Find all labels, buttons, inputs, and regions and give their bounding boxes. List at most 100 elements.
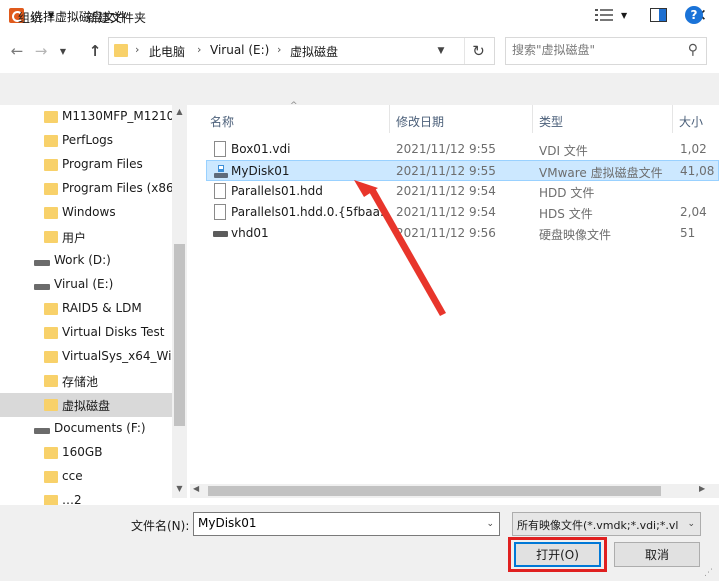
folder-icon (44, 303, 58, 315)
file-row[interactable]: vhd01 2021/11/12 9:56 硬盘映像文件 51 (206, 223, 719, 244)
caret-down-icon[interactable]: ▼ (621, 11, 627, 20)
drive-icon (34, 284, 50, 290)
sidebar-item-label: M1130MFP_M1210 (62, 109, 175, 123)
caret-down-icon[interactable]: ▼ (48, 11, 54, 20)
folder-icon (114, 44, 128, 57)
sidebar-item[interactable]: Windows (0, 201, 172, 225)
sidebar-item[interactable]: Work (D:) (0, 249, 172, 273)
chevron-right-icon[interactable]: › (197, 43, 201, 56)
folder-icon (44, 399, 58, 411)
sidebar-item[interactable]: VirtualSys_x64_Win (0, 345, 179, 369)
file-size: 1,02 (680, 142, 707, 156)
sidebar-item-label: Virtual Disks Test (62, 325, 165, 339)
document-icon (214, 204, 226, 220)
scroll-left-icon[interactable]: ◀ (193, 484, 199, 493)
sidebar-item[interactable]: 用户 (0, 225, 172, 249)
document-icon (214, 141, 226, 157)
sidebar-item[interactable]: Documents (F:) (0, 417, 172, 441)
chevron-right-icon[interactable]: › (277, 43, 281, 56)
filetype-select[interactable]: 所有映像文件(*.vmdk;*.vdi;*.vl ⌄ (512, 512, 701, 536)
sidebar-item[interactable]: Virual (E:) (0, 273, 172, 297)
file-type: HDS 文件 (539, 207, 593, 221)
organize-button[interactable]: 组织 (18, 9, 42, 26)
breadcrumb-folder[interactable]: 虚拟磁盘 (290, 43, 338, 60)
resize-grip-icon[interactable]: ⋰ (704, 568, 713, 578)
sidebar-item-label: RAID5 & LDM (62, 301, 142, 315)
folder-icon (44, 231, 58, 243)
file-row[interactable]: Box01.vdi 2021/11/12 9:55 VDI 文件 1,02 (206, 139, 719, 160)
sidebar-item-label: Program Files (62, 157, 143, 171)
chevron-down-icon[interactable]: ▼ (431, 38, 451, 64)
horizontal-scroll-thumb[interactable] (208, 486, 661, 496)
sidebar-item[interactable]: 160GB (0, 441, 172, 465)
filename-label: 文件名(N): (131, 519, 190, 533)
sidebar-item-label: Program Files (x86) (62, 181, 179, 195)
sidebar-item-label: cce (62, 469, 83, 483)
chevron-down-icon[interactable]: ⌄ (687, 519, 695, 529)
chevron-right-icon[interactable]: › (135, 43, 139, 56)
sidebar-item-label: 160GB (62, 445, 103, 459)
sidebar-item[interactable]: RAID5 & LDM (0, 297, 172, 321)
chevron-down-icon[interactable]: ⌄ (486, 519, 494, 529)
column-size[interactable]: 大小 (679, 113, 703, 130)
sidebar-item-label: 用户 (62, 231, 87, 245)
file-row[interactable]: Parallels01.hdd 2021/11/12 9:54 HDD 文件 (206, 181, 719, 202)
file-name: vhd01 (231, 226, 269, 240)
back-arrow-icon[interactable]: ← (6, 40, 28, 62)
help-icon[interactable]: ? (685, 6, 703, 24)
file-type: VMware 虚拟磁盘文件 (539, 166, 663, 180)
breadcrumb-this-pc[interactable]: 此电脑 (149, 43, 185, 60)
sidebar-item-label: 虚拟磁盘 (62, 399, 111, 413)
file-name: MyDisk01 (231, 164, 290, 178)
file-row-selected[interactable]: MyDisk01 2021/11/12 9:55 VMware 虚拟磁盘文件 4… (206, 160, 719, 181)
up-arrow-icon[interactable]: ↑ (84, 40, 106, 62)
chevron-down-icon[interactable]: ▼ (56, 40, 70, 62)
new-folder-button[interactable]: 新建文件夹 (86, 9, 146, 26)
open-button[interactable]: 打开(O) (514, 542, 601, 567)
scroll-up-icon[interactable]: ▲ (172, 107, 187, 121)
address-bar[interactable]: › 此电脑 › Virual (E:) › 虚拟磁盘 ▼ ↻ (108, 37, 495, 65)
filename-combobox[interactable]: ⌄ (193, 512, 500, 536)
search-icon[interactable]: ⚲ (688, 42, 698, 58)
folder-icon (44, 327, 58, 339)
scroll-down-icon[interactable]: ▼ (172, 484, 187, 498)
cancel-button[interactable]: 取消 (614, 542, 700, 567)
nav-scroll-thumb[interactable] (174, 244, 185, 426)
column-name[interactable]: 名称 (210, 113, 234, 130)
file-size: 51 (680, 226, 696, 240)
sidebar-item[interactable]: M1130MFP_M1210 (0, 105, 175, 129)
search-box[interactable]: ⚲ (505, 37, 707, 65)
refresh-icon[interactable]: ↻ (464, 38, 492, 64)
sidebar-item[interactable]: Program Files (x86) (0, 177, 178, 201)
file-date: 2021/11/12 9:55 (396, 164, 496, 178)
sidebar-item[interactable]: cce (0, 465, 172, 489)
column-divider[interactable] (672, 105, 673, 133)
search-input[interactable] (512, 43, 677, 57)
virtual-disk-icon (214, 165, 228, 178)
sidebar-item[interactable]: PerfLogs (0, 129, 172, 153)
file-row[interactable]: Parallels01.hdd.0.{5fbaa... 2021/11/12 9… (206, 202, 719, 223)
folder-icon (44, 447, 58, 459)
folder-icon (44, 183, 58, 195)
file-date: 2021/11/12 9:54 (396, 184, 496, 198)
column-date[interactable]: 修改日期 (396, 113, 444, 130)
sidebar-item[interactable]: Virtual Disks Test (0, 321, 172, 345)
scroll-right-icon[interactable]: ▶ (699, 484, 705, 493)
preview-pane-icon[interactable] (650, 8, 667, 22)
filename-input[interactable] (198, 516, 478, 530)
sidebar-item[interactable]: 存储池 (0, 369, 172, 393)
sidebar-item-label: Work (D:) (54, 253, 111, 267)
sidebar-item[interactable]: 虚拟磁盘 (0, 393, 172, 417)
view-details-icon[interactable] (595, 8, 613, 22)
sidebar-item-label: Windows (62, 205, 116, 219)
column-type[interactable]: 类型 (539, 113, 563, 130)
column-divider[interactable] (532, 105, 533, 133)
column-divider[interactable] (389, 105, 390, 133)
folder-icon (44, 135, 58, 147)
file-type: 硬盘映像文件 (539, 228, 612, 242)
forward-arrow-icon[interactable]: → (30, 40, 52, 62)
file-size: 2,04 (680, 205, 707, 219)
breadcrumb-drive[interactable]: Virual (E:) (210, 43, 269, 57)
folder-icon (44, 207, 58, 219)
sidebar-item[interactable]: Program Files (0, 153, 172, 177)
